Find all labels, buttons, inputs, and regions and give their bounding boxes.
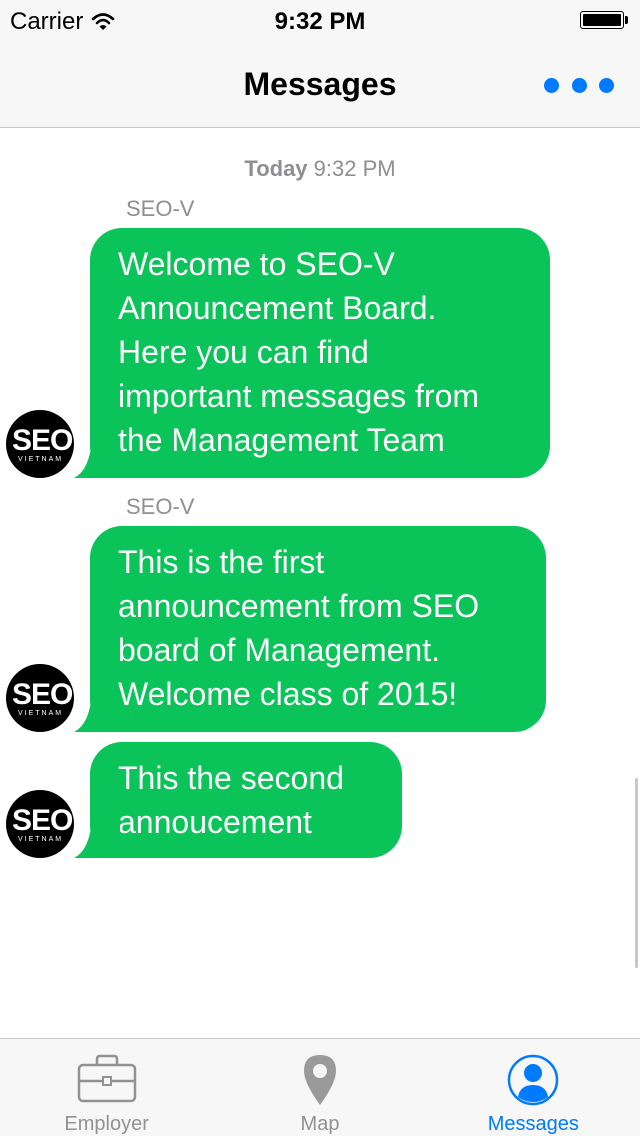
- seo-logo-icon: SEO: [12, 804, 73, 837]
- tab-label: Employer: [64, 1113, 149, 1135]
- message-sender: SEO-V: [126, 196, 195, 221]
- tab-messages[interactable]: Messages: [427, 1039, 640, 1136]
- tab-bar: Employer Map Messages: [0, 1038, 640, 1136]
- timestamp-day: Today: [244, 156, 308, 181]
- message-text: This the second annoucement: [118, 760, 344, 840]
- bubble-tail: [74, 818, 120, 858]
- map-pin-icon: [300, 1053, 340, 1112]
- status-bar: Carrier 9:32 PM: [0, 0, 640, 40]
- briefcase-icon: [75, 1053, 139, 1110]
- seo-logo-icon: SEO: [12, 678, 73, 711]
- avatar[interactable]: SEO VIETNAM: [6, 790, 74, 858]
- message-timestamp: Today 9:32 PM: [0, 156, 640, 182]
- tab-label: Map: [300, 1113, 340, 1135]
- scroll-indicator[interactable]: [635, 778, 638, 968]
- message-bubble[interactable]: This is the first announcement from SEO …: [74, 526, 546, 732]
- bubble-tail: [74, 438, 120, 478]
- logo-subtitle: VIETNAM: [18, 710, 64, 717]
- tab-label: Messages: [487, 1113, 579, 1135]
- seo-logo-icon: SEO: [12, 424, 73, 457]
- message-text: This is the first announcement from SEO …: [118, 544, 480, 712]
- message-text: Welcome to SEO-V Announcement Board. Her…: [118, 246, 480, 458]
- message-bubble[interactable]: This the second annoucement: [74, 742, 402, 858]
- message-bubble[interactable]: Welcome to SEO-V Announcement Board. Her…: [74, 228, 550, 478]
- avatar[interactable]: SEO VIETNAM: [6, 410, 74, 478]
- navigation-bar: Messages: [0, 40, 640, 128]
- more-options-button[interactable]: [544, 70, 614, 100]
- more-dot: [571, 77, 587, 93]
- tab-employer[interactable]: Employer: [0, 1039, 213, 1136]
- logo-subtitle: VIETNAM: [18, 836, 64, 843]
- bubble-tail: [74, 692, 120, 732]
- message-sender: SEO-V: [126, 494, 195, 519]
- user-circle-icon: [506, 1053, 560, 1112]
- avatar[interactable]: SEO VIETNAM: [6, 664, 74, 732]
- logo-subtitle: VIETNAM: [18, 456, 64, 463]
- more-dots-icon: [544, 77, 559, 93]
- battery-icon: [580, 11, 630, 31]
- messages-list[interactable]: Today 9:32 PM SEO-V Welcome to SEO-V Ann…: [0, 128, 640, 1038]
- more-dot: [599, 77, 614, 93]
- status-time: 9:32 PM: [274, 8, 366, 35]
- tab-map[interactable]: Map: [213, 1039, 426, 1136]
- timestamp-time: 9:32 PM: [313, 156, 396, 181]
